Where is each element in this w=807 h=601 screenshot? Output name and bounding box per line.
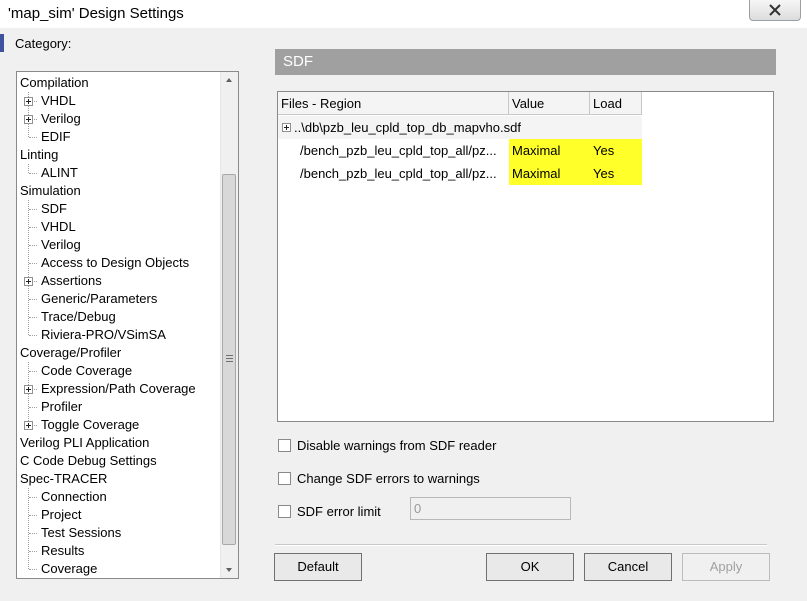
tree-connector — [29, 371, 37, 372]
cancel-button[interactable]: Cancel — [584, 553, 672, 581]
region-cell: /bench_pzb_leu_cpld_top_all/pz... — [300, 143, 497, 158]
disable-warnings-checkbox[interactable] — [278, 439, 291, 452]
tree-connector — [29, 317, 37, 318]
tree-connector — [29, 551, 37, 552]
tree-item[interactable]: Verilog — [41, 110, 81, 128]
tree-item[interactable]: Project — [41, 506, 81, 524]
error-limit-label: SDF error limit — [297, 504, 381, 519]
tree-connector — [29, 569, 37, 570]
load-cell[interactable]: Yes — [593, 162, 614, 185]
window-title: 'map_sim' Design Settings — [8, 5, 184, 22]
tree-item[interactable]: Compilation — [20, 74, 89, 92]
tree-item[interactable]: Connection — [41, 488, 107, 506]
tree-connector — [29, 137, 37, 138]
grid-header: Files - Region Value Load — [278, 92, 642, 115]
tree-connector — [28, 164, 29, 173]
tree-connector — [29, 173, 37, 174]
tree-connector — [29, 497, 37, 498]
expand-icon[interactable] — [24, 421, 33, 430]
default-button[interactable]: Default — [274, 553, 362, 581]
tree-item[interactable]: Toggle Coverage — [41, 416, 139, 434]
title-bar: 'map_sim' Design Settings — [0, 0, 807, 28]
tree-item[interactable]: Trace/Debug — [41, 308, 116, 326]
tree-item[interactable]: Verilog — [41, 236, 81, 254]
tree-connector — [28, 200, 29, 335]
tree-scrollbar[interactable] — [220, 72, 238, 578]
expand-icon[interactable] — [24, 97, 33, 106]
tree-item[interactable]: Coverage/Profiler — [20, 344, 121, 362]
scroll-up-arrow-icon[interactable] — [221, 72, 238, 89]
collapse-icon[interactable] — [282, 123, 291, 132]
tree-item[interactable]: SDF — [41, 200, 67, 218]
tree-connector — [28, 488, 29, 569]
change-errors-label: Change SDF errors to warnings — [297, 471, 480, 486]
tree-item[interactable]: Test Sessions — [41, 524, 121, 542]
tree-item[interactable]: VHDL — [41, 92, 76, 110]
tree-connector — [29, 335, 37, 336]
tree-connector — [29, 263, 37, 264]
scroll-thumb[interactable] — [222, 174, 236, 545]
section-header: SDF — [275, 49, 776, 75]
tree-item[interactable]: Access to Design Objects — [41, 254, 189, 272]
tree-item[interactable]: VHDL — [41, 218, 76, 236]
table-row[interactable]: /bench_pzb_leu_cpld_top_all/pz... Maxima… — [278, 162, 642, 185]
value-cell[interactable]: Maximal — [512, 139, 560, 162]
tree-item[interactable]: Linting — [20, 146, 58, 164]
scroll-down-arrow-icon[interactable] — [221, 561, 238, 578]
tree-item[interactable]: Coverage — [41, 560, 97, 578]
expand-icon[interactable] — [24, 385, 33, 394]
button-separator — [275, 544, 767, 546]
window-edge-accent — [0, 34, 4, 52]
grip-line — [226, 361, 233, 362]
tree-item[interactable]: Profiler — [41, 398, 82, 416]
tree-item[interactable]: Riviera-PRO/VSimSA — [41, 326, 166, 344]
tree-item[interactable]: Code Coverage — [41, 362, 132, 380]
tree-item[interactable]: Spec-TRACER — [20, 470, 107, 488]
tree-item[interactable]: EDIF — [41, 128, 71, 146]
category-label: Category: — [15, 36, 72, 51]
tree-item[interactable]: Generic/Parameters — [41, 290, 157, 308]
tree-connector — [29, 533, 37, 534]
grip-line — [226, 358, 233, 359]
tree-item[interactable]: Simulation — [20, 182, 81, 200]
tree-item[interactable]: Assertions — [41, 272, 102, 290]
disable-warnings-label: Disable warnings from SDF reader — [297, 438, 497, 453]
tree-connector — [29, 515, 37, 516]
region-cell: /bench_pzb_leu_cpld_top_all/pz... — [300, 166, 497, 181]
column-header-value[interactable]: Value — [509, 92, 590, 114]
tree-connector — [29, 245, 37, 246]
column-header-load[interactable]: Load — [590, 92, 642, 114]
tree-connector — [29, 209, 37, 210]
error-limit-checkbox[interactable] — [278, 505, 291, 518]
load-cell[interactable]: Yes — [593, 139, 614, 162]
tree-connector — [29, 227, 37, 228]
expand-icon[interactable] — [24, 277, 33, 286]
tree-connector — [29, 407, 37, 408]
close-icon — [769, 4, 781, 16]
tree-item[interactable]: Verilog PLI Application — [20, 434, 149, 452]
category-tree[interactable]: Compilation VHDL Verilog EDIF Linting ALINT Si… — [16, 71, 239, 579]
tree-item[interactable]: C Code Debug Settings — [20, 452, 157, 470]
grip-line — [226, 355, 233, 356]
file-node-label: ..\db\pzb_leu_cpld_top_db_mapvho.sdf — [294, 120, 521, 135]
tree-connector — [29, 299, 37, 300]
tree-item[interactable]: Expression/Path Coverage — [41, 380, 196, 398]
ok-button[interactable]: OK — [486, 553, 574, 581]
expand-icon[interactable] — [24, 115, 33, 124]
tree-item[interactable]: Results — [41, 542, 84, 560]
close-button[interactable] — [749, 0, 801, 21]
tree-item[interactable]: ALINT — [41, 164, 78, 182]
change-errors-checkbox[interactable] — [278, 472, 291, 485]
file-node-row[interactable]: ..\db\pzb_leu_cpld_top_db_mapvho.sdf — [278, 116, 642, 139]
apply-button[interactable]: Apply — [682, 553, 770, 581]
value-cell[interactable]: Maximal — [512, 162, 560, 185]
sdf-grid[interactable]: Files - Region Value Load ..\db\pzb_leu_… — [277, 91, 774, 422]
column-header-files-region[interactable]: Files - Region — [278, 92, 509, 114]
error-limit-input[interactable] — [410, 497, 571, 520]
table-row[interactable]: /bench_pzb_leu_cpld_top_all/pz... Maxima… — [278, 139, 642, 162]
